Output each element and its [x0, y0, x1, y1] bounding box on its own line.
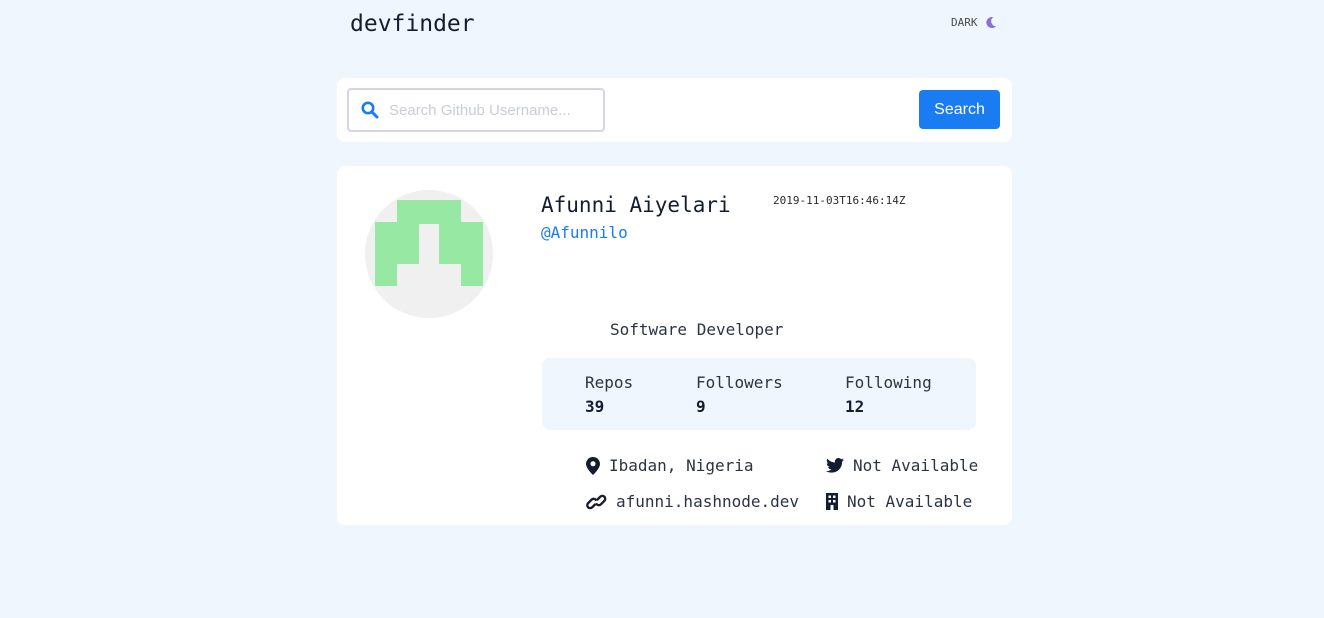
stat-value: 39 [585, 397, 605, 416]
stat-value: 9 [696, 397, 706, 416]
link-icon [586, 493, 607, 511]
theme-toggle-button[interactable]: DARK [951, 16, 997, 29]
profile-card: Afunni Aiyelari 2019-11-03T16:46:14Z @Af… [337, 166, 1012, 525]
search-bar: Search [337, 78, 1012, 142]
company-text: Not Available [847, 492, 973, 511]
location-text: Ibadan, Nigeria [609, 456, 754, 475]
twitter-text: Not Available [853, 456, 979, 475]
user-bio: Software Developer [610, 320, 784, 339]
stat-label: Following [845, 373, 932, 392]
app-header: devfinder DARK [337, 0, 1012, 50]
join-date: 2019-11-03T16:46:14Z [773, 194, 906, 207]
stat-following: Following 12 [845, 373, 932, 416]
stat-followers: Followers 9 [696, 373, 783, 416]
stat-label: Followers [696, 373, 783, 392]
building-icon [826, 493, 838, 510]
search-input[interactable] [389, 98, 594, 122]
location-info: Ibadan, Nigeria [586, 456, 754, 475]
location-pin-icon [586, 456, 600, 475]
moon-icon [985, 16, 997, 29]
search-icon [361, 101, 379, 119]
avatar [365, 190, 493, 318]
user-name: Afunni Aiyelari [541, 193, 731, 217]
website-link[interactable]: afunni.hashnode.dev [616, 492, 799, 511]
theme-toggle-label: DARK [951, 16, 978, 29]
company-info: Not Available [826, 492, 972, 511]
search-button[interactable]: Search [919, 90, 1000, 129]
twitter-info: Not Available [826, 456, 978, 475]
website-info[interactable]: afunni.hashnode.dev [586, 492, 799, 511]
stats-panel: Repos 39 Followers 9 Following 12 [542, 358, 976, 430]
search-field-container[interactable] [347, 88, 605, 132]
stat-label: Repos [585, 373, 634, 392]
app-logo: devfinder [350, 11, 475, 37]
user-login-link[interactable]: @Afunnilo [541, 223, 628, 242]
stat-repos: Repos 39 [585, 373, 633, 416]
twitter-icon [826, 458, 844, 473]
stat-value: 12 [845, 397, 865, 416]
